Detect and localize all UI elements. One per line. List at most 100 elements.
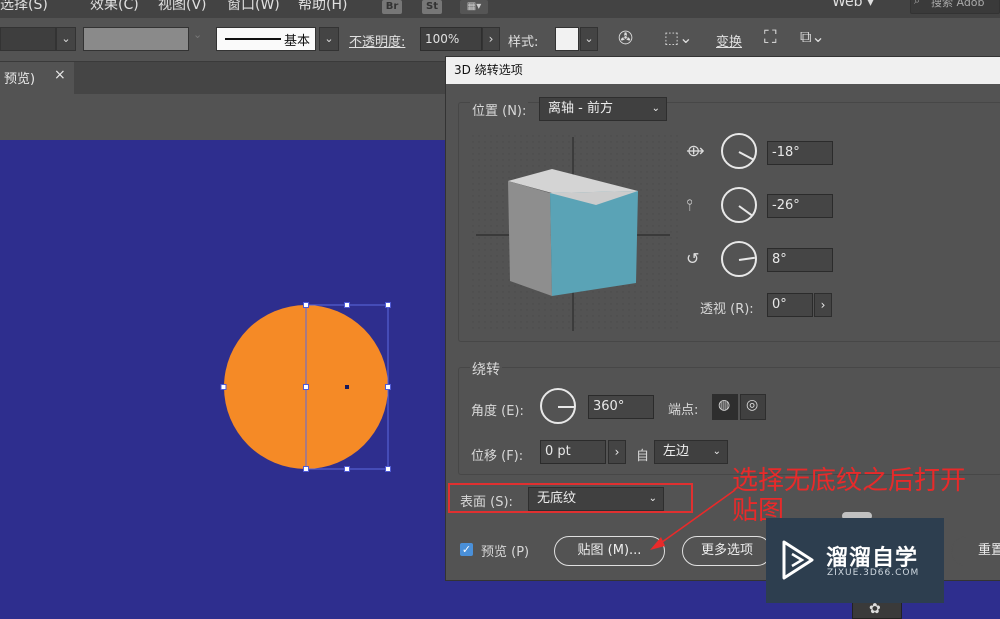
menu-view[interactable]: 视图(V) — [158, 0, 207, 14]
from-select[interactable]: 左边 ⌄ — [654, 440, 728, 464]
3d-track-cube[interactable] — [470, 133, 680, 333]
menu-effect[interactable]: 效果(C) — [90, 0, 139, 14]
surface-value: 无底纹 — [537, 491, 577, 506]
position-value: 离轴 - 前方 — [548, 101, 613, 116]
annotation-line-1: 选择无底纹之后打开 — [732, 466, 967, 496]
perspective-slider-arrow[interactable]: › — [814, 293, 832, 317]
watermark-logo: 溜溜自学 ZIXUE.3D66.COM — [766, 518, 944, 603]
close-icon[interactable]: × — [54, 67, 66, 83]
offset-input[interactable]: 0 pt — [540, 440, 606, 464]
search-icon: ⌕ — [914, 0, 921, 7]
search-placeholder: 搜索 Adob — [931, 0, 985, 9]
reset-button[interactable]: 重置 — [951, 536, 1000, 566]
play-logo-icon — [782, 540, 814, 580]
dial-hand — [738, 151, 754, 161]
y-rotation-input[interactable]: -26° — [767, 194, 833, 218]
dial-hand — [738, 256, 755, 261]
recolor-artwork-icon[interactable]: ✇ — [618, 28, 633, 49]
panel-icon: ✿ — [869, 601, 881, 617]
menu-help[interactable]: 帮助(H) — [298, 0, 347, 14]
handle[interactable] — [344, 466, 350, 472]
cap-on-button[interactable]: ◍ — [712, 394, 738, 420]
from-label: 自 — [636, 449, 650, 464]
isolate-icon[interactable]: ⛶ — [764, 27, 777, 48]
arrange-documents-icon[interactable]: ▦▾ — [460, 0, 488, 14]
surface-label: 表面 (S): — [460, 495, 513, 510]
surface-select[interactable]: 无底纹 ⌄ — [528, 487, 664, 511]
angle-dial[interactable] — [540, 388, 576, 424]
handle[interactable] — [303, 384, 309, 390]
perspective-label: 透视 (R): — [700, 302, 754, 317]
workspace-switcher[interactable]: Web ▾ — [832, 0, 874, 10]
handle[interactable] — [385, 384, 391, 390]
document-tab-label: 预览) — [4, 72, 36, 87]
stroke-preview-line — [225, 38, 281, 40]
dial-hand — [738, 205, 753, 217]
cap-off-icon: ◎ — [746, 397, 759, 413]
cube-front-face — [550, 191, 638, 296]
menu-select[interactable]: 选择(S) — [0, 0, 48, 14]
dial-hand — [558, 406, 574, 408]
stock-icon[interactable]: St — [422, 0, 442, 14]
y-axis-rotate-icon: ⫯ — [686, 195, 693, 214]
profile-dropdown-icon: ⌄ — [193, 28, 203, 41]
handle[interactable] — [220, 384, 227, 390]
cap-off-button[interactable]: ◎ — [740, 394, 766, 420]
variable-width-profile[interactable] — [83, 27, 189, 51]
position-select[interactable]: 离轴 - 前方 ⌄ — [539, 97, 667, 121]
center-point — [345, 385, 349, 389]
opacity-label[interactable]: 不透明度: — [349, 31, 405, 50]
z-rotation-input[interactable]: 8° — [767, 248, 833, 272]
graphic-style-swatch[interactable] — [555, 27, 579, 51]
dialog-title: 3D 绕转选项 — [446, 57, 1000, 84]
chevron-down-icon: ⌄ — [648, 493, 657, 504]
revolve-group-title: 绕转 — [470, 359, 502, 379]
opacity-arrow[interactable]: › — [482, 27, 500, 51]
style-label: 样式: — [508, 35, 539, 50]
canvas-pasteboard — [0, 94, 450, 140]
brush-dropdown[interactable]: ⌄ — [319, 27, 339, 51]
x-axis-rotate-icon: ⟴ — [686, 141, 705, 160]
stroke-weight-field[interactable] — [0, 27, 56, 51]
style-dropdown[interactable]: ⌄ — [580, 27, 598, 51]
align-selection-icon[interactable]: ⬚⌄ — [664, 28, 693, 47]
cap-on-icon: ◍ — [718, 397, 731, 413]
menu-window[interactable]: 窗口(W) — [227, 0, 280, 14]
offset-slider-arrow[interactable]: › — [608, 440, 626, 464]
map-art-button[interactable]: 贴图 (M)... — [554, 536, 665, 566]
menu-bar: 选择(S) 效果(C) 视图(V) 窗口(W) 帮助(H) Br St ▦▾ W… — [0, 0, 1000, 18]
handle[interactable] — [303, 466, 309, 472]
angle-input[interactable]: 360° — [588, 395, 654, 419]
preview-label: 预览 (P) — [481, 545, 530, 560]
chevron-down-icon: ⌄ — [712, 446, 721, 457]
offset-label: 位移 (F): — [471, 449, 524, 464]
pin-icon[interactable]: ⧉⌄ — [800, 27, 825, 47]
handle[interactable] — [385, 302, 391, 308]
handle[interactable] — [303, 302, 309, 308]
preview-checkbox[interactable]: ✓ — [460, 543, 473, 556]
bridge-icon[interactable]: Br — [382, 0, 402, 14]
cube-left-face — [508, 181, 552, 296]
document-tab[interactable]: 预览) × — [0, 62, 74, 94]
more-options-button[interactable]: 更多选项 — [682, 536, 772, 566]
x-rotation-dial[interactable] — [721, 133, 757, 169]
z-rotation-dial[interactable] — [721, 241, 757, 277]
from-value: 左边 — [663, 444, 690, 459]
z-axis-rotate-icon: ↺ — [686, 249, 700, 268]
x-rotation-input[interactable]: -18° — [767, 141, 833, 165]
watermark-url: ZIXUE.3D66.COM — [827, 568, 920, 578]
stroke-weight-dropdown[interactable]: ⌄ — [56, 27, 76, 51]
y-rotation-dial[interactable] — [721, 187, 757, 223]
opacity-input[interactable]: 100% — [420, 27, 482, 51]
brush-definition[interactable]: 基本 — [216, 27, 316, 51]
cap-label: 端点: — [668, 403, 699, 418]
transform-link[interactable]: 变换 — [716, 31, 742, 50]
handle[interactable] — [385, 466, 391, 472]
document-tab-bar: 预览) × — [0, 62, 450, 94]
workspace-name: Web — [832, 0, 863, 10]
perspective-input[interactable]: 0° — [767, 293, 813, 317]
search-input[interactable]: ⌕ 搜索 Adob — [910, 0, 1000, 14]
angle-label: 角度 (E): — [471, 404, 524, 419]
handle[interactable] — [344, 302, 350, 308]
position-label: 位置 (N): — [470, 100, 529, 119]
